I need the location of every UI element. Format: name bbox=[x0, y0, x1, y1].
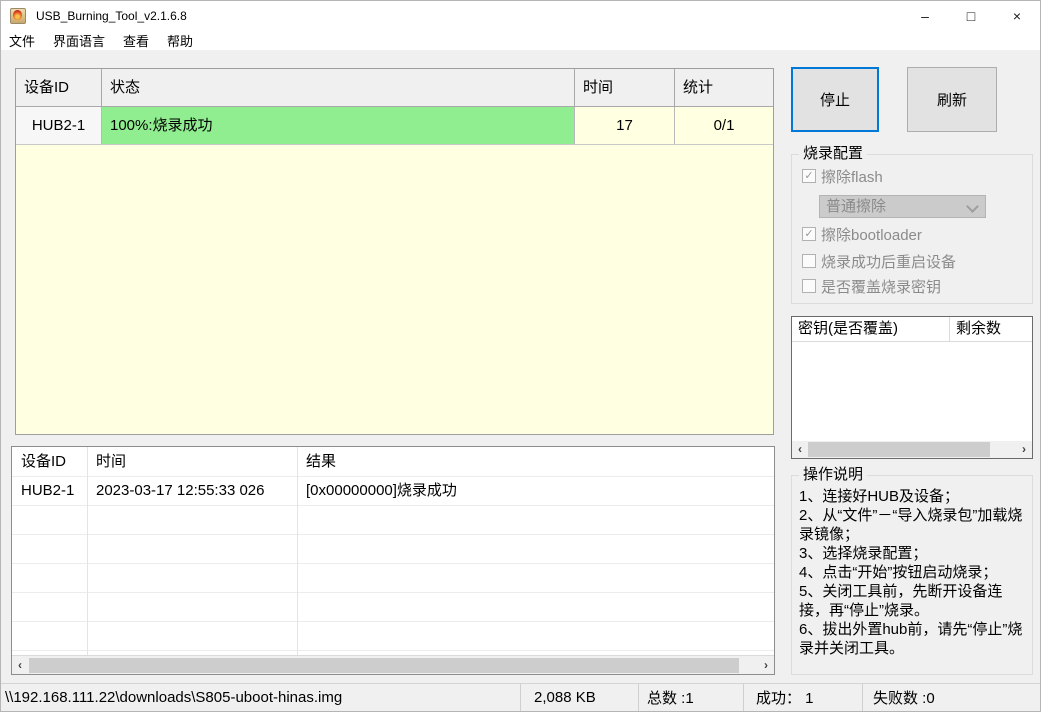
minimize-icon[interactable]: – bbox=[902, 1, 948, 31]
instruction-line: 6、拔出外置hub前，请先“停止”烧录并关闭工具。 bbox=[799, 621, 1023, 657]
checkbox-checked-icon: ✓ bbox=[802, 227, 816, 241]
key-column-header[interactable]: 密钥(是否覆盖) bbox=[792, 317, 950, 341]
status-failed-count: 失败数 :0 bbox=[873, 690, 935, 707]
menu-item-view[interactable]: 查看 bbox=[114, 31, 158, 50]
stat-column-header[interactable]: 统计 bbox=[675, 69, 773, 106]
menu-bar: 文件 界面语言 查看 帮助 bbox=[1, 31, 1040, 50]
scroll-left-icon[interactable]: ‹ bbox=[12, 657, 28, 674]
refresh-button[interactable]: 刷新 bbox=[907, 67, 997, 132]
overwrite-key-label: 是否覆盖烧录密钥 bbox=[821, 278, 942, 296]
log-row[interactable]: HUB2-1 2023-03-17 12:55:33 026 [0x000000… bbox=[12, 477, 774, 506]
log-time-header[interactable]: 时间 bbox=[87, 447, 297, 476]
title-bar: USB_Burning_Tool_v2.1.6.8 – □ × bbox=[1, 1, 1040, 31]
instructions-group: 操作说明 1、连接好HUB及设备； 2、从“文件”－“导入烧录包”加载烧录镜像；… bbox=[791, 466, 1033, 675]
status-file-size: 2,088 KB bbox=[521, 684, 639, 711]
instruction-line: 3、选择烧录配置； bbox=[799, 545, 928, 562]
log-empty-row bbox=[12, 593, 774, 622]
instructions-title: 操作说明 bbox=[799, 466, 868, 484]
app-icon bbox=[10, 8, 26, 24]
instructions-text: 1、连接好HUB及设备； 2、从“文件”－“导入烧录包”加载烧录镜像； 3、选择… bbox=[792, 476, 1032, 658]
log-device-id-header[interactable]: 设备ID bbox=[12, 447, 87, 476]
erase-bootloader-checkbox[interactable]: ✓ 擦除bootloader bbox=[802, 225, 922, 244]
erase-bootloader-label: 擦除bootloader bbox=[821, 226, 922, 244]
instruction-line: 1、连接好HUB及设备； bbox=[799, 488, 960, 505]
menu-item-help[interactable]: 帮助 bbox=[158, 31, 202, 50]
device-stat-cell: 0/1 bbox=[675, 107, 773, 145]
device-table: 设备ID 状态 时间 统计 HUB2-1 100%:烧录成功 17 0/1 bbox=[15, 68, 774, 435]
device-id-column-header[interactable]: 设备ID bbox=[16, 69, 102, 106]
status-image-path: \\192.168.111.22\downloads\S805-uboot-hi… bbox=[1, 684, 521, 711]
checkbox-unchecked-icon bbox=[802, 254, 816, 268]
log-table: 设备ID 时间 结果 HUB2-1 2023-03-17 12:55:33 02… bbox=[11, 446, 775, 675]
log-empty-row bbox=[12, 564, 774, 593]
burn-config-title: 烧录配置 bbox=[799, 145, 868, 163]
device-status-cell: 100%:烧录成功 bbox=[102, 107, 575, 145]
stop-button[interactable]: 停止 bbox=[791, 67, 879, 132]
window-title: USB_Burning_Tool_v2.1.6.8 bbox=[36, 9, 187, 23]
status-bar: \\192.168.111.22\downloads\S805-uboot-hi… bbox=[1, 683, 1040, 711]
burn-config-group: 烧录配置 ✓ 擦除flash 普通擦除 ✓ 擦除bootloader 烧录成功后… bbox=[791, 145, 1033, 304]
log-empty-row bbox=[12, 506, 774, 535]
column-divider bbox=[87, 447, 88, 655]
instruction-line: 2、从“文件”－“导入烧录包”加载烧录镜像； bbox=[799, 507, 1023, 543]
log-time-cell: 2023-03-17 12:55:33 026 bbox=[96, 482, 265, 499]
device-time-cell: 17 bbox=[575, 107, 675, 145]
scroll-right-icon[interactable]: › bbox=[1016, 441, 1032, 458]
checkbox-checked-icon: ✓ bbox=[802, 169, 816, 183]
log-table-header: 设备ID 时间 结果 bbox=[12, 447, 774, 477]
log-scrollbar[interactable]: ‹ › bbox=[12, 655, 774, 674]
status-column-header[interactable]: 状态 bbox=[102, 69, 575, 106]
menu-item-file[interactable]: 文件 bbox=[1, 31, 44, 50]
key-table-header: 密钥(是否覆盖) 剩余数 bbox=[792, 317, 1032, 342]
erase-flash-checkbox[interactable]: ✓ 擦除flash bbox=[802, 167, 883, 186]
log-result-cell: [0x00000000]烧录成功 bbox=[306, 482, 457, 499]
app-window: USB_Burning_Tool_v2.1.6.8 – □ × 文件 界面语言 … bbox=[0, 0, 1041, 712]
close-icon[interactable]: × bbox=[994, 1, 1040, 31]
overwrite-key-checkbox[interactable]: 是否覆盖烧录密钥 bbox=[802, 277, 942, 296]
maximize-icon[interactable]: □ bbox=[948, 1, 994, 31]
reboot-after-label: 烧录成功后重启设备 bbox=[821, 253, 957, 271]
log-device-id-cell: HUB2-1 bbox=[21, 482, 75, 499]
erase-mode-value: 普通擦除 bbox=[826, 198, 887, 215]
log-result-header[interactable]: 结果 bbox=[297, 447, 774, 476]
instruction-line: 5、关闭工具前，先断开设备连接，再“停止”烧录。 bbox=[799, 583, 1003, 619]
remain-column-header[interactable]: 剩余数 bbox=[950, 317, 1032, 341]
window-controls: – □ × bbox=[902, 1, 1040, 31]
scrollbar-thumb[interactable] bbox=[808, 442, 990, 457]
log-empty-row bbox=[12, 622, 774, 651]
scroll-right-icon[interactable]: › bbox=[758, 657, 774, 674]
column-divider bbox=[297, 447, 298, 655]
key-table-scrollbar[interactable]: ‹ › bbox=[792, 441, 1032, 458]
menu-item-language[interactable]: 界面语言 bbox=[44, 31, 114, 50]
erase-mode-select[interactable]: 普通擦除 bbox=[819, 195, 986, 218]
device-id-cell: HUB2-1 bbox=[16, 107, 102, 145]
status-total-count: 总数 :1 bbox=[639, 684, 744, 711]
instruction-line: 4、点击“开始”按钮启动烧录； bbox=[799, 564, 998, 581]
scrollbar-thumb[interactable] bbox=[29, 658, 739, 673]
status-success-count: 成功： 1 bbox=[744, 684, 863, 711]
device-row[interactable]: HUB2-1 100%:烧录成功 17 0/1 bbox=[16, 107, 773, 145]
scroll-left-icon[interactable]: ‹ bbox=[792, 441, 808, 458]
key-table: 密钥(是否覆盖) 剩余数 ‹ › bbox=[791, 316, 1033, 459]
device-table-header: 设备ID 状态 时间 统计 bbox=[16, 69, 773, 107]
reboot-after-checkbox[interactable]: 烧录成功后重启设备 bbox=[802, 252, 957, 271]
checkbox-unchecked-icon bbox=[802, 279, 816, 293]
log-empty-row bbox=[12, 535, 774, 564]
erase-flash-label: 擦除flash bbox=[821, 168, 883, 186]
time-column-header[interactable]: 时间 bbox=[575, 69, 675, 106]
